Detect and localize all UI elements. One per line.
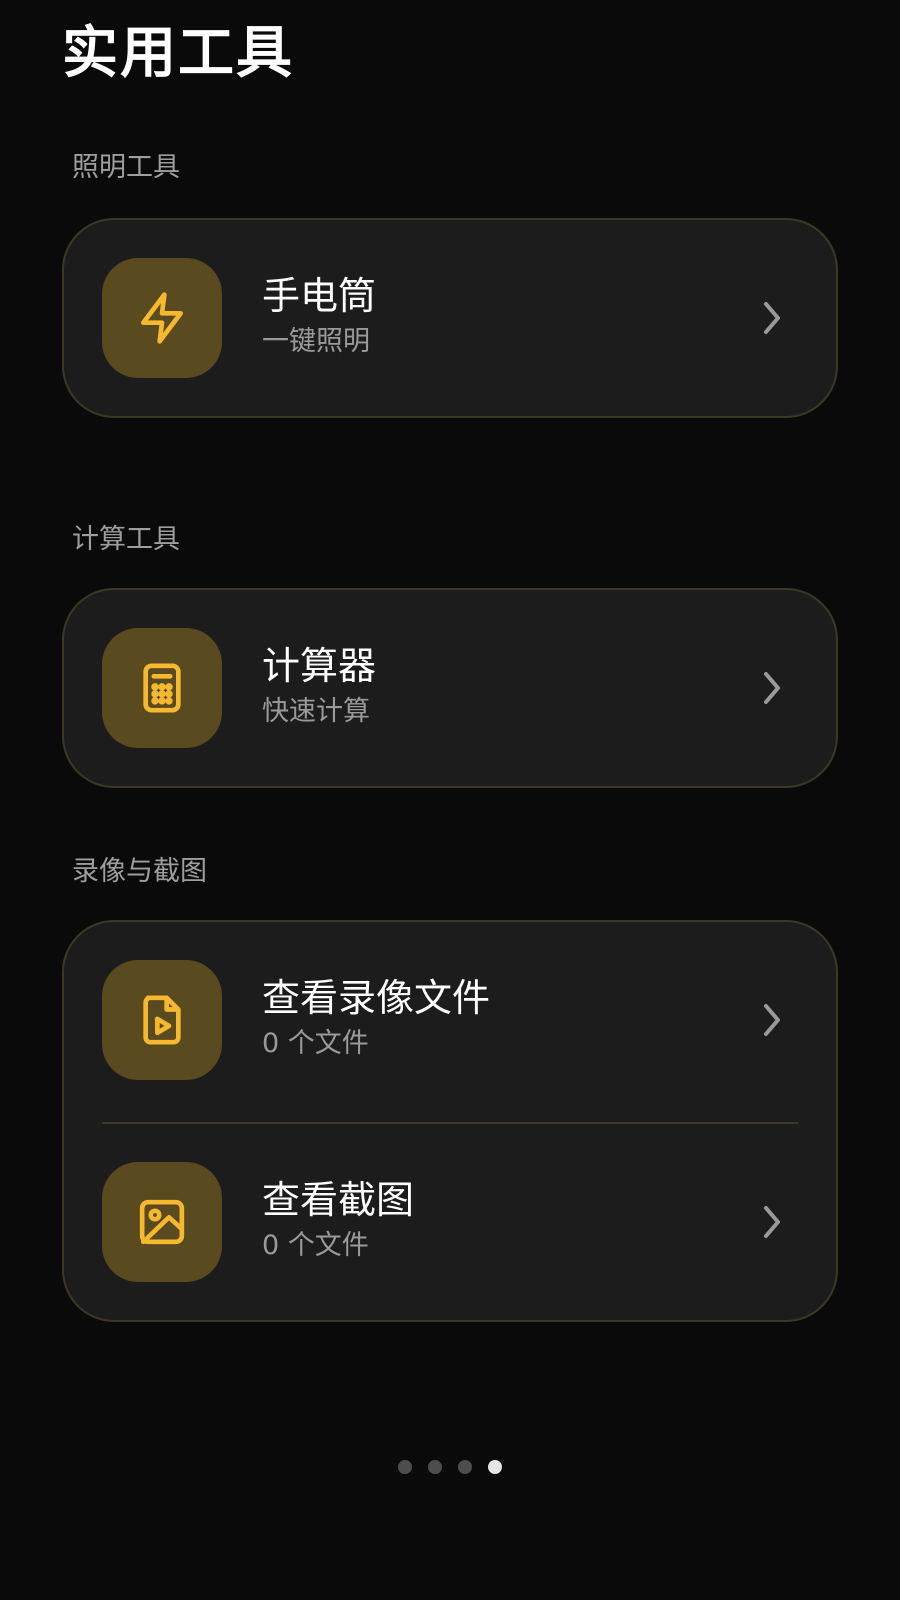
item-subtitle: 0 个文件 xyxy=(262,1028,369,1059)
list-item-video-files[interactable]: 查看录像文件 0 个文件 xyxy=(64,922,836,1122)
item-title: 查看截图 xyxy=(262,1178,415,1222)
section-label-recording: 录像与截图 xyxy=(72,856,207,887)
list-item-screenshots[interactable]: 查看截图 0 个文件 xyxy=(64,1124,836,1324)
item-subtitle: 0 个文件 xyxy=(262,1230,369,1261)
chevron-right-icon xyxy=(764,672,780,704)
card-recording: 查看录像文件 0 个文件 查看截图 0 个文件 xyxy=(62,920,838,1322)
chevron-right-icon xyxy=(764,1004,780,1036)
item-subtitle: 一键照明 xyxy=(262,326,370,357)
page-indicator xyxy=(0,1460,900,1474)
section-label-calculation: 计算工具 xyxy=(72,524,180,555)
card-calculation: 计算器 快速计算 xyxy=(62,588,838,788)
page-title: 实用工具 xyxy=(62,21,294,86)
list-item-calculator[interactable]: 计算器 快速计算 xyxy=(64,590,836,790)
page-dot-active[interactable] xyxy=(488,1460,502,1474)
page-dot[interactable] xyxy=(398,1460,412,1474)
video-file-icon xyxy=(102,960,222,1080)
calculator-icon xyxy=(102,628,222,748)
item-subtitle: 快速计算 xyxy=(262,696,370,727)
item-title: 计算器 xyxy=(262,644,377,688)
section-label-lighting: 照明工具 xyxy=(72,152,180,183)
list-item-flashlight[interactable]: 手电筒 一键照明 xyxy=(64,220,836,420)
item-title: 查看录像文件 xyxy=(262,976,491,1020)
chevron-right-icon xyxy=(764,1206,780,1238)
lightning-icon xyxy=(102,258,222,378)
page-dot[interactable] xyxy=(458,1460,472,1474)
page-dot[interactable] xyxy=(428,1460,442,1474)
chevron-right-icon xyxy=(764,302,780,334)
image-icon xyxy=(102,1162,222,1282)
card-lighting: 手电筒 一键照明 xyxy=(62,218,838,418)
item-title: 手电筒 xyxy=(262,274,377,318)
